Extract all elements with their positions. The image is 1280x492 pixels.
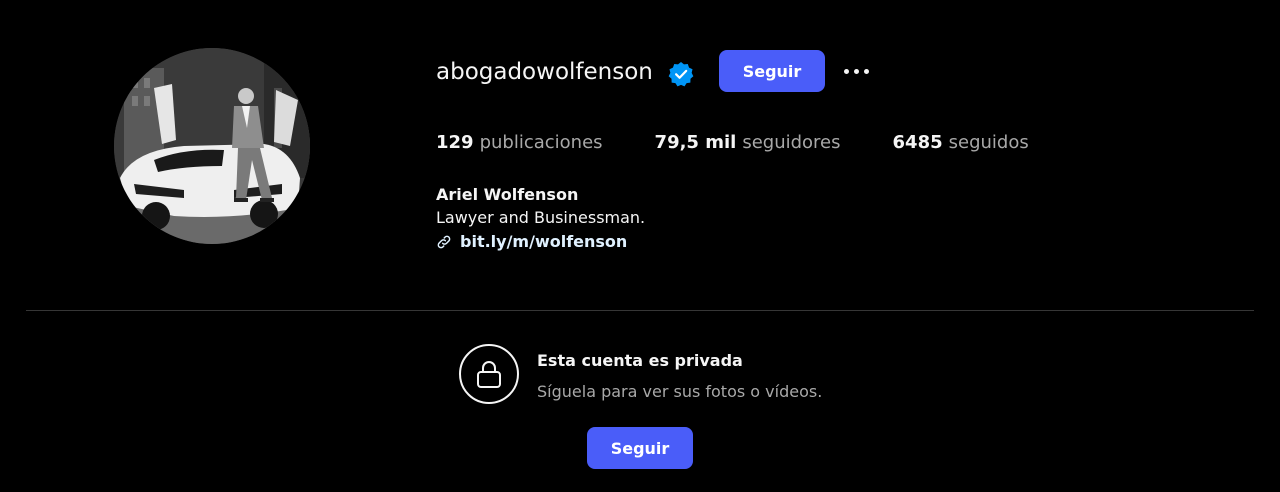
more-dot — [863, 68, 869, 74]
following-label: seguidos — [948, 132, 1029, 153]
following-stat[interactable]: 6485 seguidos — [893, 130, 1029, 156]
lock-icon-circle — [459, 344, 519, 404]
more-dot — [853, 68, 859, 74]
following-count: 6485 — [892, 132, 943, 153]
private-account-title: Esta cuenta es privada — [537, 351, 743, 370]
posts-count: 129 — [436, 132, 474, 153]
posts-label: publicaciones — [479, 132, 603, 153]
profile-page: abogadowolfenson Seguir 129 publicaciones… — [0, 0, 1280, 492]
profile-bio: Lawyer and Businessman. — [436, 208, 646, 227]
private-account-subtitle: Síguela para ver sus fotos o vídeos. — [537, 382, 823, 401]
verified-badge-icon — [668, 61, 694, 87]
profile-link-text: bit.ly/m/wolfenson — [460, 232, 628, 251]
posts-stat: 129 publicaciones — [436, 130, 603, 156]
profile-username: abogadowolfenson — [436, 59, 653, 85]
more-options-icon[interactable] — [838, 56, 874, 86]
section-divider — [26, 310, 1254, 311]
profile-avatar[interactable] — [114, 48, 310, 244]
profile-link[interactable]: bit.ly/m/wolfenson — [436, 231, 627, 253]
follow-button[interactable]: Seguir — [719, 50, 825, 92]
link-icon — [437, 235, 451, 249]
profile-stats: 129 publicaciones 79,5 mil seguidores 6485… — [436, 130, 1081, 156]
lock-icon — [477, 361, 501, 388]
followers-count: 79,5 mil — [654, 132, 737, 153]
profile-photo — [114, 48, 310, 244]
profile-full-name: Ariel Wolfenson — [436, 185, 579, 204]
more-dot — [843, 68, 849, 74]
follow-button-private[interactable]: Seguir — [587, 427, 693, 469]
followers-label: seguidores — [742, 132, 841, 153]
followers-stat[interactable]: 79,5 mil seguidores — [655, 130, 841, 156]
